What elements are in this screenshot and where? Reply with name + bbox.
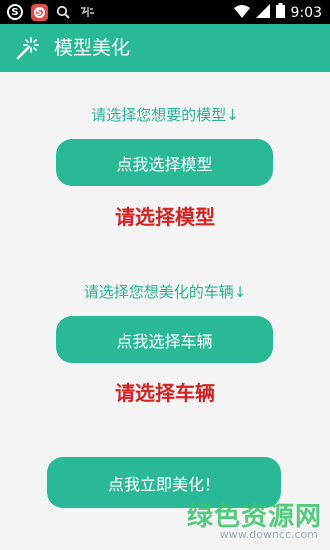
wifi-icon [233, 3, 250, 22]
select-model-button[interactable]: 点我选择模型 [56, 139, 273, 186]
status-right-icons: 9:03 [233, 3, 322, 22]
vehicle-prompt: 请选择您想美化的车辆↓ [83, 283, 247, 301]
vehicle-status: 请选择车辆 [115, 381, 215, 405]
signal-icon [255, 3, 270, 22]
battery-icon [275, 3, 285, 22]
status-bar: S S 9:03 [0, 0, 330, 24]
notification-icon [78, 3, 96, 21]
status-left-icons: S S [6, 3, 96, 21]
search-icon [54, 3, 72, 21]
select-vehicle-button[interactable]: 点我选择车辆 [56, 316, 273, 363]
watermark-url: www.downcc.com [219, 528, 318, 541]
sogou-red-icon: S [30, 3, 48, 21]
page-title: 模型美化 [54, 37, 131, 59]
model-prompt: 请选择您想要的模型↓ [91, 106, 239, 124]
model-status: 请选择模型 [115, 205, 215, 229]
status-time: 9:03 [290, 4, 322, 21]
app-bar: 模型美化 [0, 24, 330, 72]
sogou-icon: S [6, 3, 24, 21]
magic-wand-icon[interactable] [14, 35, 40, 61]
